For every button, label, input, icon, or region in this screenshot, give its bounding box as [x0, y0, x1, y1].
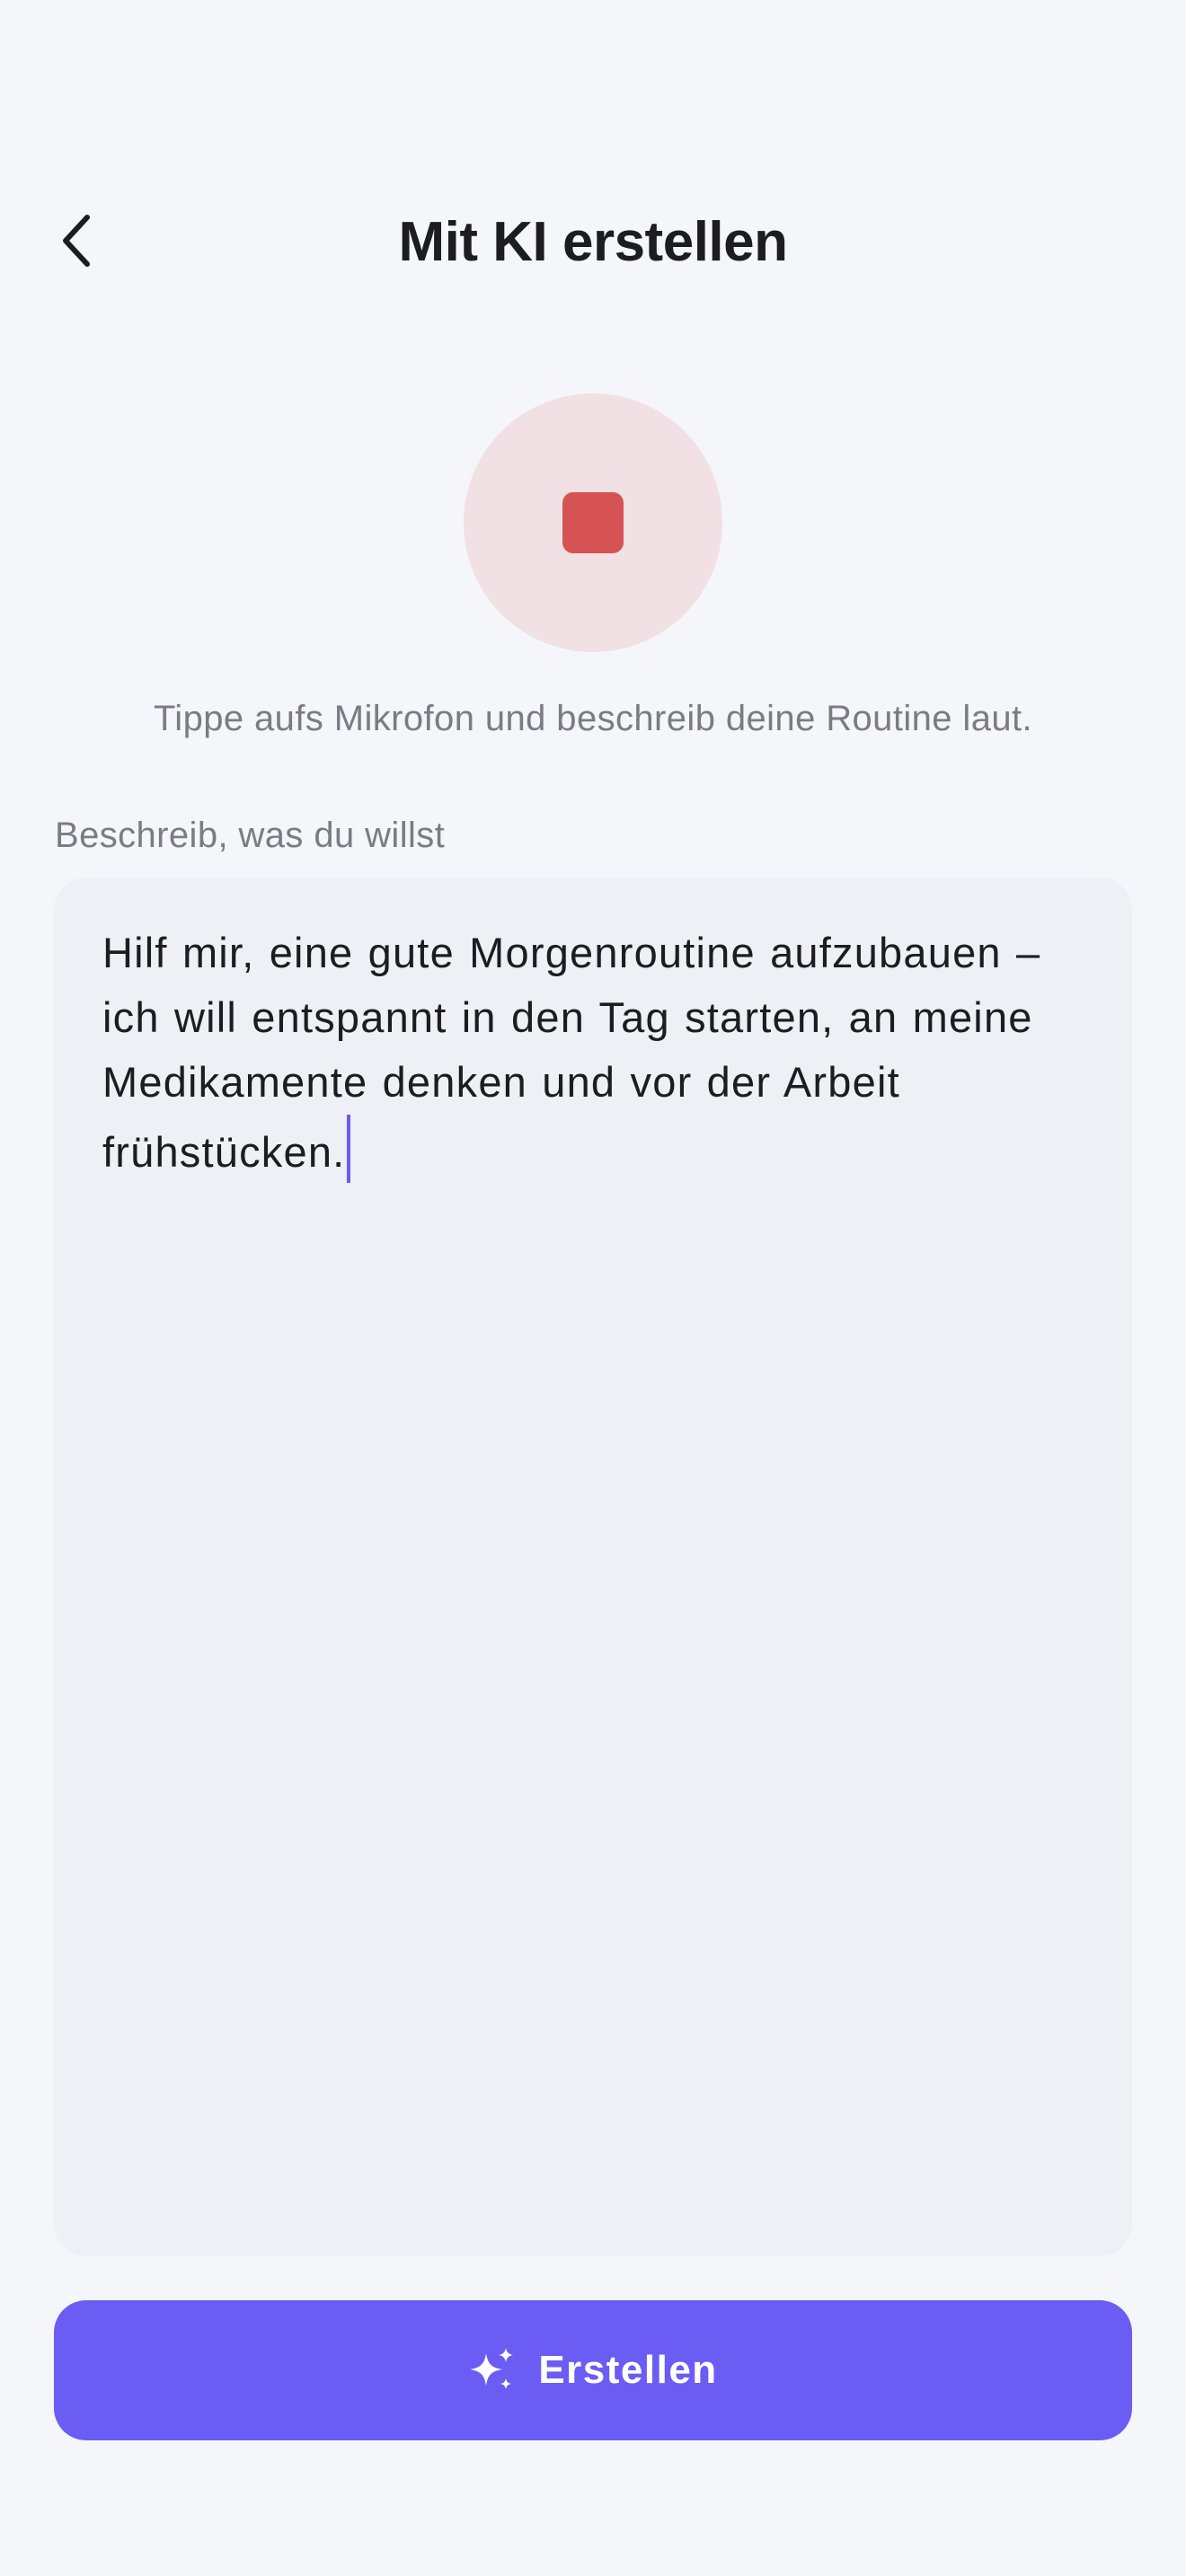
create-with-ai-screen: Mit KI erstellen Tippe aufs Mikrofon und…	[0, 0, 1186, 2576]
create-button-label: Erstellen	[538, 2348, 718, 2392]
prompt-field-label: Beschreib, was du willst	[55, 816, 446, 855]
page-title: Mit KI erstellen	[398, 211, 789, 273]
sparkle-icon	[468, 2346, 517, 2395]
create-button[interactable]: Erstellen	[54, 2300, 1132, 2440]
text-cursor	[347, 1115, 351, 1183]
voice-hint-text: Tippe aufs Mikrofon und beschreib deine …	[153, 699, 1033, 738]
prompt-text: Hilf mir, eine gute Morgenroutine aufzub…	[102, 929, 1041, 1176]
stop-icon	[562, 492, 624, 553]
prompt-textarea[interactable]: Hilf mir, eine gute Morgenroutine aufzub…	[54, 878, 1132, 2256]
voice-record-button[interactable]	[464, 393, 722, 652]
